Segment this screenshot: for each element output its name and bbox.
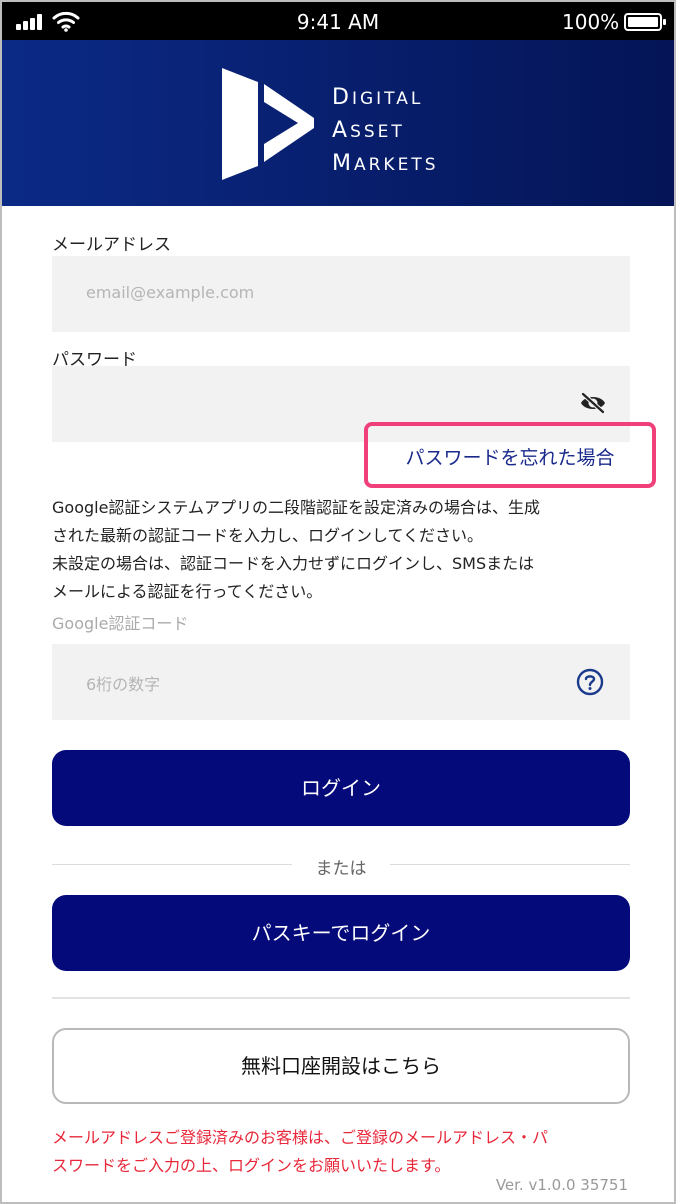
email-field[interactable]: email@example.com xyxy=(52,256,630,332)
section-divider xyxy=(52,997,630,999)
email-label: メールアドレス xyxy=(52,235,171,255)
or-separator: または xyxy=(52,852,630,879)
battery-percentage: 100% xyxy=(562,10,620,34)
forgot-password-link[interactable]: パスワードを忘れた場合 xyxy=(368,443,652,470)
forgot-password-highlight: パスワードを忘れた場合 xyxy=(364,422,656,488)
notice-line: メールアドレスご登録済みのお客様は、ご登録のメールアドレス・パ xyxy=(52,1128,549,1147)
open-account-button[interactable]: 無料口座開設はこちら xyxy=(52,1028,630,1104)
info-line: Google認証システムアプリの二段階認証を設定済みの場合は、生成 xyxy=(52,498,540,517)
status-bar: 9:41 AM 100% xyxy=(2,2,674,40)
info-line: メールによる認証を行ってください。 xyxy=(52,582,323,601)
info-line: された最新の認証コードを入力し、ログインしてください。 xyxy=(52,526,484,545)
divider-line xyxy=(390,864,630,865)
auth-code-placeholder: 6桁の数字 xyxy=(86,675,161,694)
email-placeholder: email@example.com xyxy=(86,283,255,302)
info-line: 未設定の場合は、認証コードを入力せずにログインし、SMSまたは xyxy=(52,554,535,573)
question-circle-icon[interactable] xyxy=(576,668,604,696)
app-version: Ver. v1.0.0 35751 xyxy=(495,1176,628,1194)
or-text: または xyxy=(315,859,367,879)
google-auth-code-field[interactable]: 6桁の数字 xyxy=(52,644,630,720)
google-auth-code-label: Google認証コード xyxy=(52,614,189,633)
brand-header: DIGITAL ASSET MARKETS xyxy=(2,40,674,206)
battery-icon xyxy=(624,13,666,31)
registered-user-notice: メールアドレスご登録済みのお客様は、ご登録のメールアドレス・パ スワードをご入力… xyxy=(52,1124,642,1180)
digital-asset-markets-logo-mark xyxy=(222,68,314,180)
passkey-login-button[interactable]: パスキーでログイン xyxy=(52,895,630,971)
app-screen: 9:41 AM 100% DIGITAL ASSET MARKETS メールアド… xyxy=(0,0,676,1204)
two-factor-info: Google認証システムアプリの二段階認証を設定済みの場合は、生成 された最新の… xyxy=(52,494,642,606)
eye-slash-icon[interactable] xyxy=(580,392,606,414)
logo-wordmark: DIGITAL ASSET MARKETS xyxy=(332,85,439,176)
login-button[interactable]: ログイン xyxy=(52,750,630,826)
